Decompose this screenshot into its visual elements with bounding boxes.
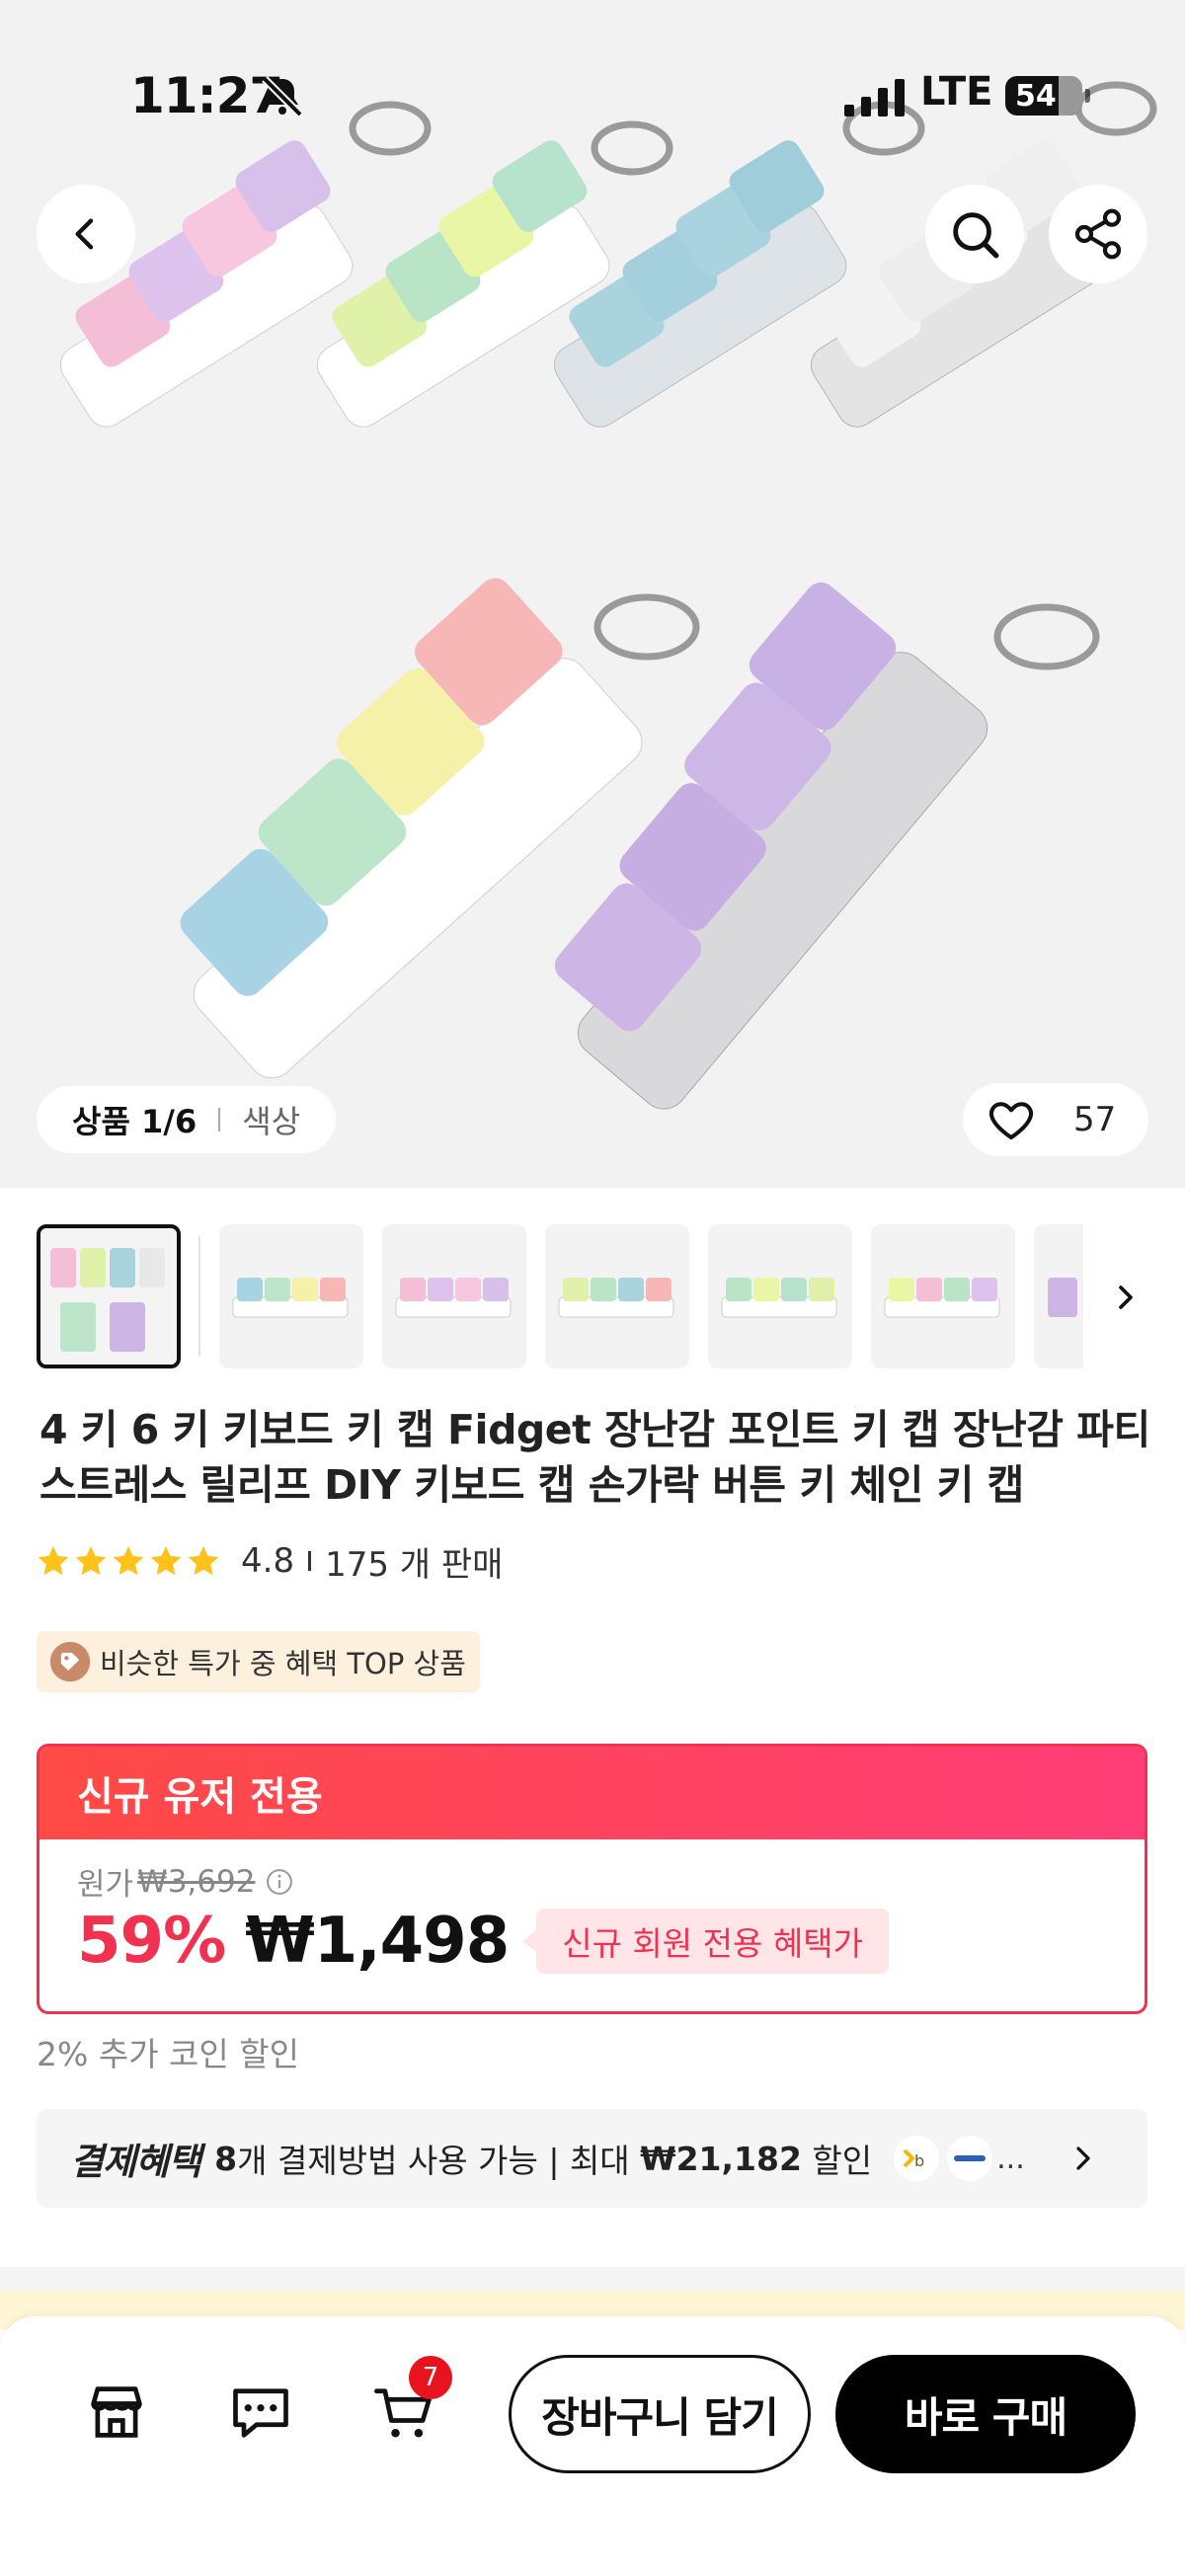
star-icon xyxy=(113,1546,144,1576)
payment-text: 개 결제방법 사용 가능 | 최대 xyxy=(237,2142,641,2180)
gallery-indicator[interactable]: 상품 1/6 색상 xyxy=(37,1086,337,1153)
payment-benefit-row[interactable]: 결제혜택 8 개 결제방법 사용 가능 | 최대 ₩21,182 할인 b ..… xyxy=(37,2109,1147,2208)
star-icon xyxy=(75,1546,107,1576)
product-title: 4 키 6 키 키보드 키 캡 Fidget 장난감 포인트 키 캡 장난감 파… xyxy=(40,1406,1150,1509)
cart-count-badge: 7 xyxy=(409,2356,452,2399)
card-logos: b ... xyxy=(894,2136,1025,2181)
star-icon xyxy=(150,1546,182,1576)
chevron-right-icon xyxy=(1076,2147,1090,2170)
thumbnail-1[interactable] xyxy=(37,1224,181,1368)
original-price: ₩3,692 xyxy=(137,1863,256,1900)
search-icon xyxy=(953,212,999,259)
add-to-cart-button[interactable]: 장바구니 담기 xyxy=(509,2355,811,2473)
chevron-left-icon xyxy=(75,218,94,250)
promo-badge-text: 비슷한 특가 중 혜택 TOP 상품 xyxy=(100,1647,466,1680)
product-image-gallery[interactable]: 11:27 LTE 54 상품 1/6 색상 57 xyxy=(0,0,1185,1188)
payment-text-suffix: 할인 xyxy=(801,2142,873,2180)
heart-icon xyxy=(989,1102,1033,1140)
like-button[interactable]: 57 xyxy=(963,1083,1148,1156)
thumbnail-image xyxy=(395,1278,512,1318)
payment-benefit-title: 결제혜택 xyxy=(70,2141,201,2183)
color-option-label[interactable]: 색상 xyxy=(242,1097,300,1142)
sold-count: 175 개 판매 xyxy=(325,1544,504,1585)
coin-discount-note: 2% 추가 코인 할인 xyxy=(37,2035,299,2073)
battery-level: 54 xyxy=(1015,78,1057,114)
sale-price: ₩1,498 xyxy=(245,1905,510,1978)
original-price-row: 원가 ₩3,692 xyxy=(77,1859,294,1904)
thumbnail-3[interactable] xyxy=(382,1224,526,1368)
thumbnail-6[interactable] xyxy=(871,1224,1015,1368)
buy-now-button[interactable]: 바로 구매 xyxy=(835,2355,1136,2473)
thumbnail-5[interactable] xyxy=(708,1224,852,1368)
rating-row[interactable]: 4.8 175 개 판매 xyxy=(36,1536,503,1586)
search-button[interactable] xyxy=(925,185,1024,283)
discount-percent: 59% xyxy=(77,1905,226,1978)
new-user-badge: 신규 회원 전용 혜택가 xyxy=(522,1909,889,1974)
thumbnail-2[interactable] xyxy=(219,1224,363,1368)
like-count: 57 xyxy=(1073,1100,1117,1139)
original-price-label: 원가 xyxy=(77,1867,134,1903)
thumbnail-divider xyxy=(198,1236,200,1357)
divider xyxy=(218,1108,221,1132)
share-icon xyxy=(1074,208,1122,260)
star-rating xyxy=(36,1543,221,1579)
signal-icon xyxy=(844,79,905,117)
chevron-right-icon[interactable] xyxy=(1106,1274,1146,1321)
thumbnail-image xyxy=(40,1228,177,1365)
payment-method-count: 8 xyxy=(214,2139,238,2178)
new-user-header: 신규 유저 전용 xyxy=(40,1747,1145,1839)
star-icon xyxy=(38,1546,69,1576)
section-divider xyxy=(0,2267,1185,2291)
svg-text:b: b xyxy=(914,2151,924,2170)
new-user-price-card: 신규 유저 전용 원가 ₩3,692 59% ₩1,498 신규 회원 전용 혜… xyxy=(37,1744,1147,2014)
chat-icon[interactable] xyxy=(227,2379,294,2446)
card-more: ... xyxy=(996,2141,1025,2176)
gallery-count: 상품 1/6 xyxy=(72,1103,198,1140)
thumbnail-4[interactable] xyxy=(545,1224,689,1368)
store-icon[interactable] xyxy=(83,2379,150,2446)
samsung-card-logo xyxy=(947,2136,993,2181)
star-icon xyxy=(188,1546,219,1576)
thumbnail-image xyxy=(232,1278,349,1318)
battery-icon: 54 xyxy=(1005,76,1090,116)
back-button[interactable] xyxy=(37,185,135,283)
divider xyxy=(308,1551,312,1571)
rating-value: 4.8 xyxy=(241,1541,295,1581)
promo-badge: 비슷한 특가 중 혜택 TOP 상품 xyxy=(37,1631,480,1692)
thumbnail-image xyxy=(558,1278,674,1318)
status-bar: 11:27 LTE 54 xyxy=(0,0,1185,188)
tag-icon xyxy=(49,1641,91,1682)
share-button[interactable] xyxy=(1049,185,1147,283)
price-row: 59% ₩1,498 신규 회원 전용 혜택가 xyxy=(77,1905,889,1978)
network-label: LTE xyxy=(920,69,993,115)
thumbnail-strip xyxy=(0,1224,1185,1372)
payment-max-discount: ₩21,182 xyxy=(640,2139,802,2178)
kb-card-logo: b xyxy=(894,2136,940,2181)
bell-muted-icon xyxy=(262,76,303,117)
bottom-action-bar: 7 장바구니 담기 바로 구매 xyxy=(0,2316,1185,2576)
thumbnail-image xyxy=(721,1278,837,1318)
thumbnail-image xyxy=(884,1278,1000,1318)
info-icon[interactable] xyxy=(265,1867,294,1897)
